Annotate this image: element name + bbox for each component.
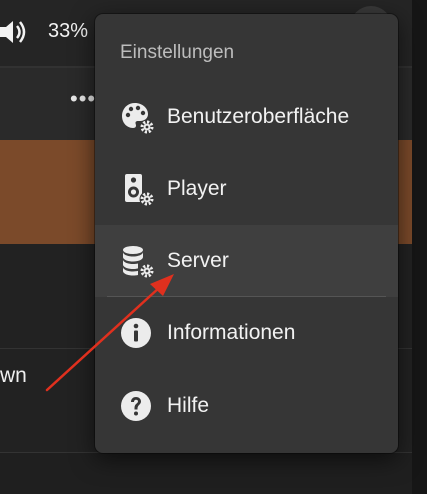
help-icon [121,391,151,421]
palette-gear-icon [122,103,155,135]
database-gear-icon [123,246,155,279]
menu-item-label: Hilfe [167,394,210,417]
info-icon [121,318,151,348]
menu-item-label: Player [167,177,227,200]
menu-item-help[interactable]: Hilfe [95,370,398,442]
menu-header: Einstellungen [120,42,235,63]
volume-level: 33% [48,20,89,42]
volume-icon[interactable] [0,18,28,46]
menu-item-server[interactable]: Server [95,225,398,297]
menu-item-user-interface[interactable]: Benutzeroberfläche [95,81,398,153]
menu-item-label: Informationen [167,321,296,344]
menu-item-information[interactable]: Informationen [95,297,398,369]
more-options-button[interactable]: ••• [70,86,96,112]
speaker-gear-icon [125,174,155,207]
menu-item-label: Benutzeroberfläche [167,105,350,128]
list-item[interactable] [0,453,412,494]
menu-item-label: Server [167,249,229,272]
menu-item-player[interactable]: Player [95,153,398,225]
list-item-label: wn [0,364,27,387]
settings-menu: Einstellungen Benutzeroberfläche Player … [95,14,398,453]
scrollbar-track[interactable] [412,0,427,494]
